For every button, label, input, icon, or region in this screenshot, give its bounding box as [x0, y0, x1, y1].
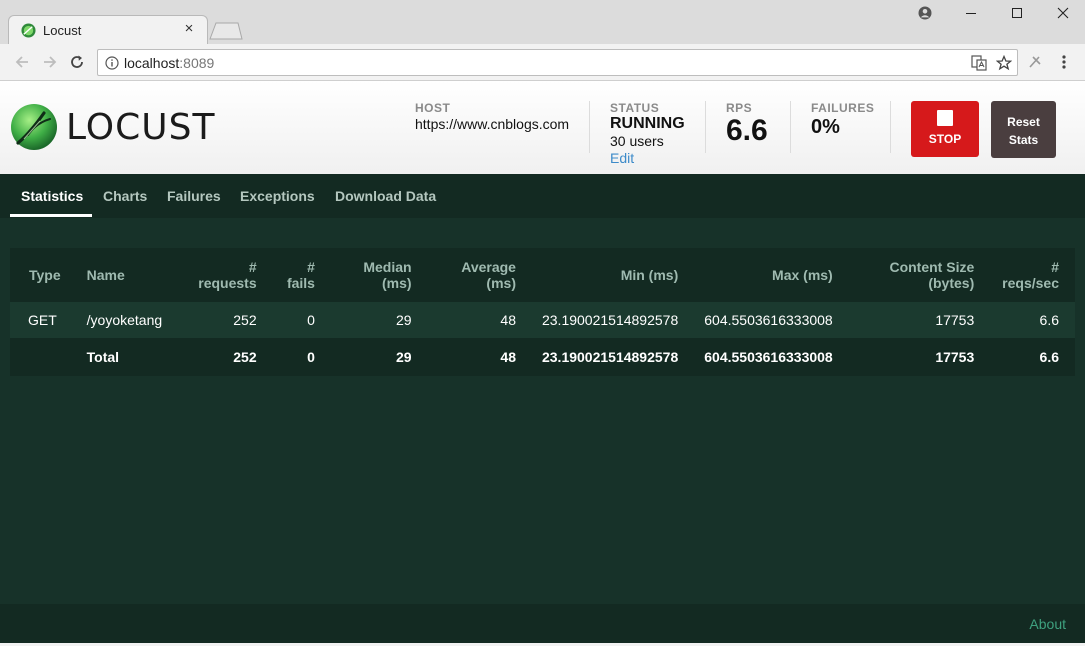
- cell-rps: 6.6: [990, 302, 1075, 338]
- cell-fails: 0: [272, 338, 331, 376]
- tab-download-data[interactable]: Download Data: [335, 188, 436, 204]
- maximize-icon[interactable]: [994, 0, 1040, 26]
- header-divider: [790, 101, 791, 153]
- rps-value: 6.6: [726, 114, 768, 147]
- tab-charts[interactable]: Charts: [103, 188, 147, 204]
- translate-icon[interactable]: [971, 55, 987, 71]
- address-bar[interactable]: localhost:8089: [97, 49, 1018, 76]
- cell-type: [10, 338, 77, 376]
- cell-type: GET: [10, 302, 77, 338]
- table-row: GET /yoyoketang 252 0 29 48 23.190021514…: [10, 302, 1075, 338]
- col-fails[interactable]: # fails: [272, 248, 331, 302]
- header-divider: [890, 101, 891, 153]
- tab-exceptions[interactable]: Exceptions: [240, 188, 315, 204]
- bookmark-star-icon[interactable]: [996, 55, 1012, 71]
- window-close-icon[interactable]: [1040, 0, 1085, 26]
- rps-box: RPS 6.6: [726, 101, 768, 147]
- host-value: https://www.cnblogs.com: [415, 116, 570, 132]
- status-box: STATUS RUNNING 30 users Edit: [610, 101, 685, 166]
- back-arrow-icon[interactable]: [12, 52, 32, 72]
- cell-median: 29: [330, 338, 428, 376]
- profile-icon[interactable]: [902, 0, 948, 26]
- locust-favicon-icon: [21, 23, 36, 38]
- reset-stats-button[interactable]: Reset Stats: [991, 101, 1056, 158]
- stop-button[interactable]: STOP: [911, 101, 979, 157]
- edit-users-link[interactable]: Edit: [610, 150, 685, 166]
- status-label: STATUS: [610, 101, 660, 115]
- rps-label: RPS: [726, 101, 753, 115]
- extension-icon[interactable]: [1026, 53, 1044, 71]
- col-content-size[interactable]: Content Size (bytes): [848, 248, 991, 302]
- cell-requests: 252: [178, 302, 273, 338]
- main-nav: Statistics Charts Failures Exceptions Do…: [0, 174, 1085, 218]
- statistics-table: Type Name # requests # fails Median (ms) Av…: [10, 248, 1075, 376]
- stop-label: STOP: [928, 132, 962, 146]
- browser-tab-title: Locust: [43, 23, 82, 38]
- tab-failures[interactable]: Failures: [167, 188, 221, 204]
- cell-min: 23.190021514892578: [531, 302, 695, 338]
- table-total-row: Total 252 0 29 48 23.190021514892578 604…: [10, 338, 1075, 376]
- cell-content-size: 17753: [848, 338, 991, 376]
- col-median[interactable]: Median (ms): [330, 248, 428, 302]
- stop-square-icon: [937, 110, 953, 126]
- browser-tab-locust[interactable]: Locust ×: [8, 15, 208, 44]
- user-count: 30 users: [610, 133, 664, 149]
- browser-toolbar: localhost:8089: [0, 44, 1085, 81]
- host-label: HOST: [415, 101, 451, 115]
- locust-logo-icon: [11, 104, 57, 150]
- cell-name: Total: [76, 338, 179, 376]
- col-name[interactable]: Name: [76, 248, 179, 302]
- active-tab-indicator: [10, 214, 92, 217]
- tab-statistics[interactable]: Statistics: [21, 188, 83, 204]
- col-average[interactable]: Average (ms): [427, 248, 532, 302]
- failures-value: 0%: [811, 116, 840, 138]
- browser-titlebar: Locust ×: [0, 0, 1085, 44]
- reset-label: Reset: [1007, 115, 1040, 129]
- minimize-icon[interactable]: [948, 0, 994, 26]
- table-header-row: Type Name # requests # fails Median (ms) Av…: [10, 248, 1075, 302]
- url-text: localhost:8089: [124, 55, 215, 71]
- cell-median: 29: [330, 302, 428, 338]
- tab-close-icon[interactable]: ×: [181, 20, 197, 38]
- header-divider: [589, 101, 590, 153]
- col-reqs-per-sec[interactable]: # reqs/sec: [990, 248, 1075, 302]
- cell-name: /yoyoketang: [76, 302, 179, 338]
- menu-dots-icon[interactable]: [1055, 53, 1073, 71]
- cell-min: 23.190021514892578: [531, 338, 695, 376]
- cell-content-size: 17753: [848, 302, 991, 338]
- cell-average: 48: [427, 338, 532, 376]
- footer: About: [0, 604, 1085, 646]
- host-box: HOST https://www.cnblogs.com: [415, 101, 569, 132]
- cell-requests: 252: [178, 338, 273, 376]
- col-type[interactable]: Type: [10, 248, 77, 302]
- reload-icon[interactable]: [67, 52, 87, 72]
- app-body: Statistics Charts Failures Exceptions Do…: [0, 174, 1085, 646]
- new-tab-icon[interactable]: [208, 22, 244, 40]
- status-value: RUNNING: [610, 115, 685, 132]
- cell-average: 48: [427, 302, 532, 338]
- failures-box: FAILURES 0%: [811, 101, 874, 139]
- forward-arrow-icon[interactable]: [40, 52, 60, 72]
- col-max[interactable]: Max (ms): [694, 248, 849, 302]
- failures-label: FAILURES: [811, 101, 875, 115]
- info-icon[interactable]: [105, 56, 119, 70]
- cell-fails: 0: [272, 302, 331, 338]
- col-min[interactable]: Min (ms): [531, 248, 695, 302]
- header-divider: [705, 101, 706, 153]
- col-requests[interactable]: # requests: [178, 248, 273, 302]
- about-link[interactable]: About: [1029, 616, 1066, 632]
- cell-rps: 6.6: [990, 338, 1075, 376]
- locust-header: LOCUST HOST https://www.cnblogs.com STAT…: [0, 81, 1085, 174]
- stats-label: Stats: [1008, 133, 1039, 147]
- locust-logo-text: LOCUST: [66, 107, 216, 148]
- cell-max: 604.5503616333008: [694, 302, 849, 338]
- cell-max: 604.5503616333008: [694, 338, 849, 376]
